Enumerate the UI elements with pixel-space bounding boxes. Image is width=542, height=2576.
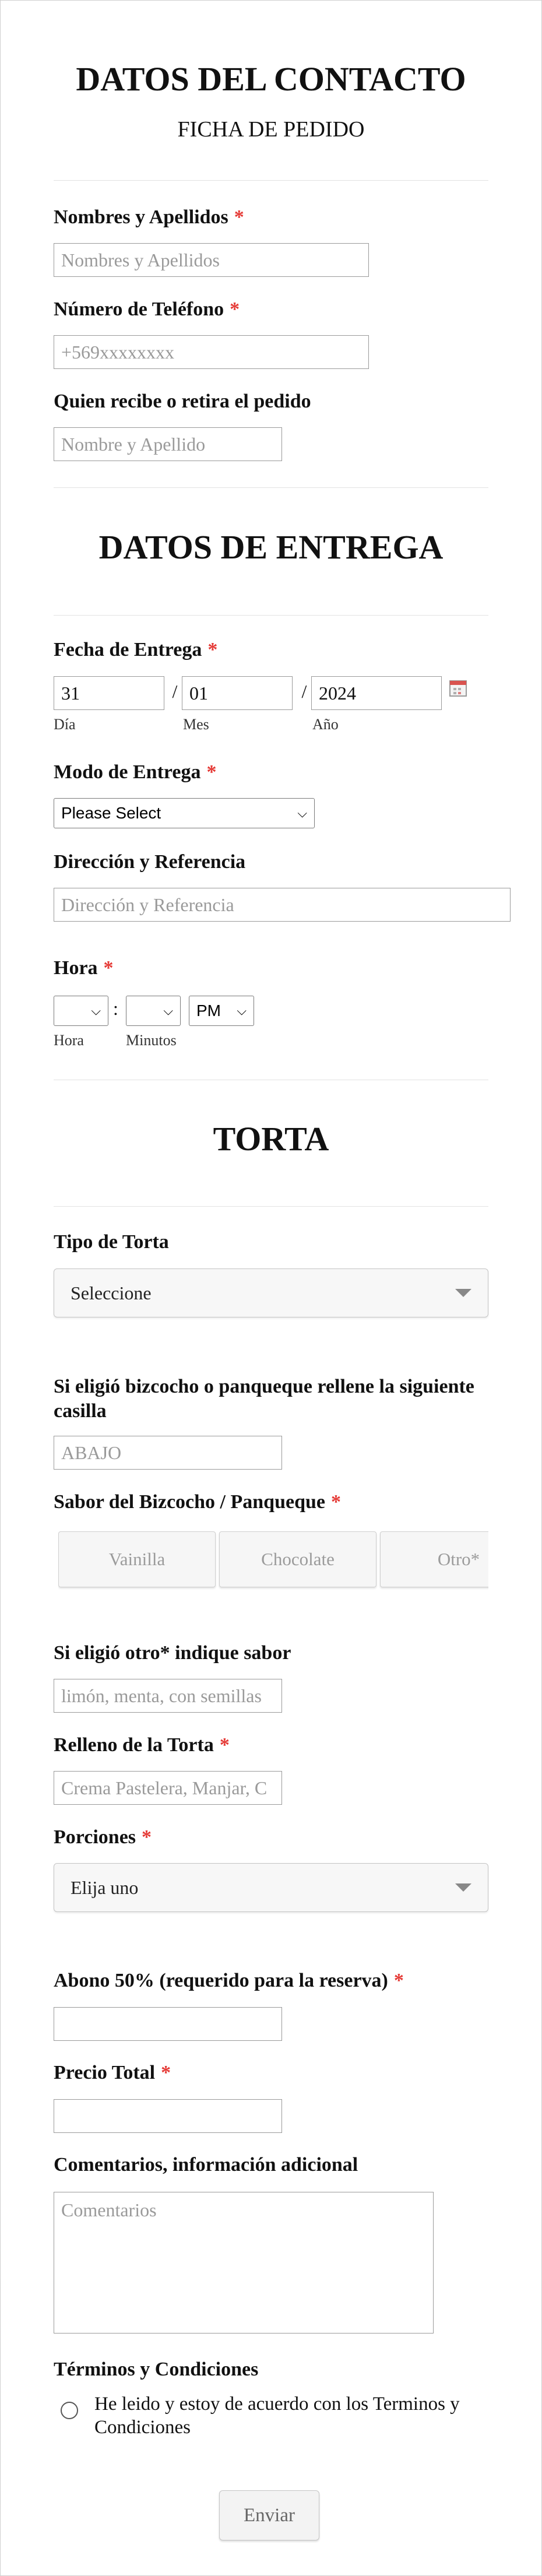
form-subtitle: FICHA DE PEDIDO (177, 117, 365, 142)
hora-sublabel: Hora (54, 1032, 84, 1049)
required-mark: * (393, 1970, 404, 1991)
bizcocho-input[interactable] (54, 1436, 282, 1470)
hora-label: Hora * (54, 957, 114, 979)
date-separator: / (172, 681, 178, 702)
relleno-input[interactable] (54, 1771, 282, 1805)
porciones-label: Porciones * (54, 1826, 152, 1848)
calendar-icon[interactable] (449, 679, 467, 700)
otro-label: Si eligió otro* indique sabor (54, 1642, 291, 1664)
bizcocho-label: Si eligió bizcocho o panqueque rellene l… (54, 1376, 474, 1422)
modo-label: Modo de Entrega * (54, 761, 217, 783)
sabor-label: Sabor del Bizcocho / Panqueque * (54, 1491, 341, 1513)
recibe-label: Quien recibe o retira el pedido (54, 391, 311, 412)
required-mark: * (331, 1491, 341, 1513)
sabor-option-vainilla[interactable]: Vainilla (58, 1531, 216, 1587)
modo-select[interactable]: Please Select ⌵ (54, 798, 315, 828)
divider (54, 615, 488, 616)
nombres-label: Nombres y Apellidos * (54, 206, 244, 228)
precio-label: Precio Total * (54, 2062, 171, 2083)
day-sublabel: Día (54, 716, 76, 733)
required-mark: * (230, 298, 240, 320)
otro-input[interactable] (54, 1679, 282, 1713)
section-title-torta: TORTA (213, 1120, 329, 1158)
hour-select[interactable]: ⌵ (54, 996, 108, 1026)
year-sublabel: Año (312, 716, 339, 733)
year-input[interactable] (311, 676, 442, 710)
caret-down-icon (455, 1289, 471, 1297)
telefono-label: Número de Teléfono * (54, 298, 240, 320)
required-mark: * (234, 206, 244, 228)
chevron-down-icon: ⌵ (91, 1003, 101, 1018)
tipo-label: Tipo de Torta (54, 1231, 169, 1253)
direccion-label: Dirección y Referencia (54, 851, 246, 873)
month-sublabel: Mes (183, 716, 209, 733)
required-mark: * (161, 2062, 171, 2083)
required-mark: * (142, 1826, 152, 1848)
date-separator: / (301, 681, 307, 702)
precio-input[interactable] (54, 2099, 282, 2133)
fecha-label: Fecha de Entrega * (54, 639, 218, 660)
section-title-contacto: DATOS DEL CONTACTO (76, 60, 466, 98)
required-mark: * (207, 639, 218, 660)
time-separator: : (113, 998, 118, 1019)
minutos-sublabel: Minutos (126, 1032, 177, 1049)
chevron-down-icon: ⌵ (237, 1003, 247, 1018)
ampm-select[interactable]: PM ⌵ (189, 996, 254, 1026)
nombres-input[interactable] (54, 243, 369, 277)
section-title-entrega: DATOS DE ENTREGA (98, 528, 444, 566)
month-input[interactable] (182, 676, 293, 710)
terminos-text: He leido y estoy de acuerdo con los Term… (94, 2394, 460, 2438)
caret-down-icon (455, 1883, 471, 1892)
abono-input[interactable] (54, 2007, 282, 2041)
divider (54, 487, 488, 488)
submit-button[interactable]: Enviar (219, 2490, 319, 2540)
abono-label: Abono 50% (requerido para la reserva) * (54, 1970, 404, 1991)
porciones-dropdown[interactable]: Elija uno (54, 1863, 488, 1912)
minute-select[interactable]: ⌵ (126, 996, 181, 1026)
tipo-dropdown[interactable]: Seleccione (54, 1268, 488, 1317)
day-input[interactable] (54, 676, 164, 710)
comentarios-textarea[interactable] (54, 2192, 434, 2333)
required-mark: * (219, 1734, 230, 1756)
terminos-radio[interactable] (61, 2402, 78, 2419)
recibe-input[interactable] (54, 427, 282, 461)
chevron-down-icon: ⌵ (297, 806, 307, 820)
sabor-option-chocolate[interactable]: Chocolate (219, 1531, 376, 1587)
sabor-options: Vainilla Chocolate Otro* (58, 1531, 488, 1592)
required-mark: * (103, 957, 114, 979)
chevron-down-icon: ⌵ (163, 1003, 173, 1018)
sabor-option-otro[interactable]: Otro* (380, 1531, 488, 1587)
divider (54, 1206, 488, 1207)
divider (54, 180, 488, 181)
terminos-label: Términos y Condiciones (54, 2359, 259, 2380)
comentarios-label: Comentarios, información adicional (54, 2154, 358, 2176)
required-mark: * (206, 761, 217, 783)
telefono-input[interactable] (54, 335, 369, 369)
relleno-label: Relleno de la Torta * (54, 1734, 230, 1756)
direccion-input[interactable] (54, 888, 511, 922)
